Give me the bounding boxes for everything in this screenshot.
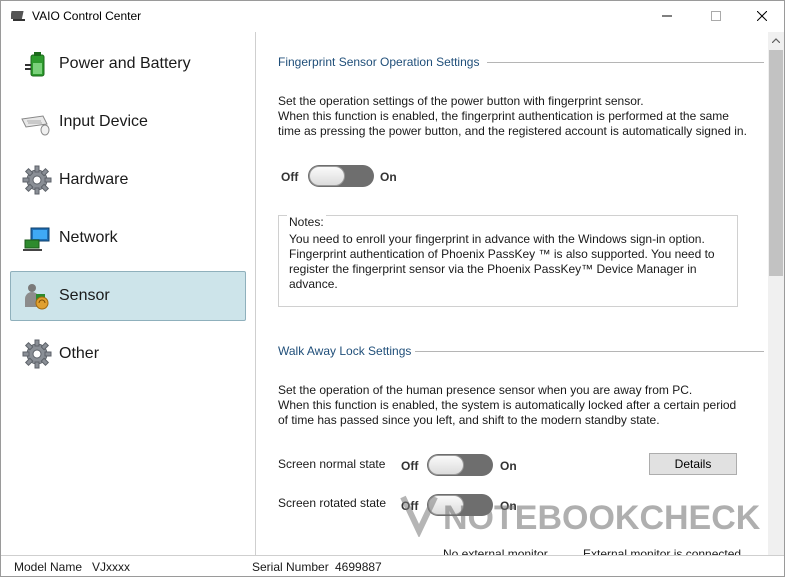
sidebar-item-hardware[interactable]: Hardware [10, 155, 246, 205]
scroll-up-button[interactable] [768, 32, 784, 48]
sidebar-item-network[interactable]: Network [10, 213, 246, 263]
sidebar-item-label: Network [59, 229, 118, 246]
screen-normal-toggle[interactable] [427, 454, 493, 476]
toggle-knob [309, 166, 345, 186]
sensor-person-icon [20, 279, 54, 313]
sidebar-item-other[interactable]: Other [10, 329, 246, 379]
sidebar-item-power-and-battery[interactable]: Power and Battery [10, 39, 246, 89]
sidebar-item-label: Hardware [59, 171, 129, 188]
fingerprint-off-label: Off [281, 170, 299, 184]
walkaway-section-title: Walk Away Lock Settings [278, 344, 412, 358]
toggle-knob [428, 455, 464, 475]
maximize-icon [711, 11, 721, 21]
screen-rotated-label: Screen rotated state [278, 496, 387, 510]
notes-box: Notes: You need to enroll your fingerpri… [278, 215, 738, 307]
minimize-button[interactable] [644, 1, 690, 31]
rotated-on-label: On [500, 499, 517, 513]
gear-icon [20, 163, 54, 197]
toggle-knob [428, 495, 464, 515]
section-divider [415, 351, 764, 352]
column-no-external-monitor: No external monitor [443, 547, 548, 555]
network-icon [20, 221, 54, 255]
details-button[interactable]: Details [649, 453, 737, 475]
sidebar-item-sensor[interactable]: Sensor [10, 271, 246, 321]
screen-normal-label: Screen normal state [278, 457, 386, 471]
status-bar: Model Name VJxxxx Serial Number 4699887 [1, 555, 784, 576]
vertical-scrollbar[interactable] [768, 32, 784, 555]
section-divider [487, 62, 764, 63]
screen-rotated-toggle[interactable] [427, 494, 493, 516]
close-button[interactable] [739, 1, 784, 31]
window-title: VAIO Control Center [32, 9, 142, 23]
sidebar-item-input-device[interactable]: Input Device [10, 97, 246, 147]
notes-text: You need to enroll your fingerprint in a… [289, 232, 715, 291]
fingerprint-section-title: Fingerprint Sensor Operation Settings [278, 55, 480, 69]
column-external-monitor: External monitor is connected [583, 547, 742, 555]
minimize-icon [662, 15, 672, 17]
sidebar-item-label: Other [59, 345, 100, 362]
settings-panel: Fingerprint Sensor Operation Settings Se… [257, 32, 768, 555]
keyboard-mouse-icon [20, 105, 54, 139]
title-bar: VAIO Control Center [1, 1, 784, 32]
serial-number-value: 4699887 [335, 560, 382, 574]
close-icon [757, 11, 767, 21]
normal-off-label: Off [401, 459, 419, 473]
fingerprint-on-label: On [380, 170, 397, 184]
sidebar-item-label: Sensor [59, 287, 110, 304]
battery-plug-icon [20, 47, 54, 81]
walkaway-description: Set the operation of the human presence … [278, 383, 737, 427]
normal-on-label: On [500, 459, 517, 473]
sidebar-item-label: Power and Battery [59, 55, 191, 72]
sidebar-item-label: Input Device [59, 113, 148, 130]
scroll-thumb[interactable] [769, 50, 783, 276]
sidebar: Power and Battery Input Device Hardware … [1, 32, 256, 555]
rotated-off-label: Off [401, 499, 419, 513]
notes-title: Notes: [287, 215, 326, 229]
vaio-app-icon [9, 9, 27, 23]
model-name-value: VJxxxx [92, 560, 131, 574]
maximize-button[interactable] [693, 1, 739, 31]
serial-number-label: Serial Number [252, 560, 329, 574]
model-name-label: Model Name [14, 560, 83, 574]
fingerprint-description: Set the operation settings of the power … [278, 94, 747, 138]
gear-icon [20, 337, 54, 371]
fingerprint-toggle[interactable] [308, 165, 374, 187]
chevron-up-icon [772, 37, 780, 43]
app-window: VAIO Control Center Power and Battery In… [0, 0, 785, 577]
